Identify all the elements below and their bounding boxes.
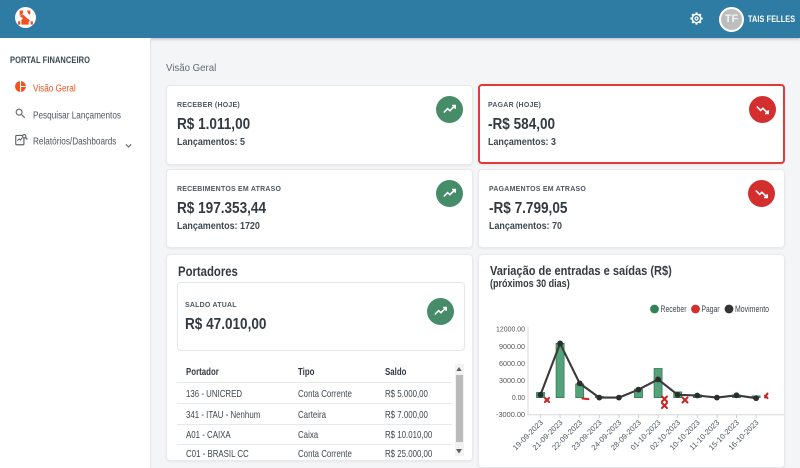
svg-text:6000.00: 6000.00: [499, 359, 525, 368]
svg-text:Pagar: Pagar: [702, 304, 720, 315]
svg-text:12000.00: 12000.00: [496, 325, 525, 334]
svg-text:Receber: Receber: [661, 304, 687, 315]
svg-text:0.00: 0.00: [512, 393, 525, 402]
svg-text:3000.00: 3000.00: [499, 376, 525, 385]
svg-text:-3000.00: -3000.00: [496, 410, 525, 419]
svg-text:9000.00: 9000.00: [499, 342, 525, 351]
svg-text:Movimento: Movimento: [735, 304, 769, 315]
